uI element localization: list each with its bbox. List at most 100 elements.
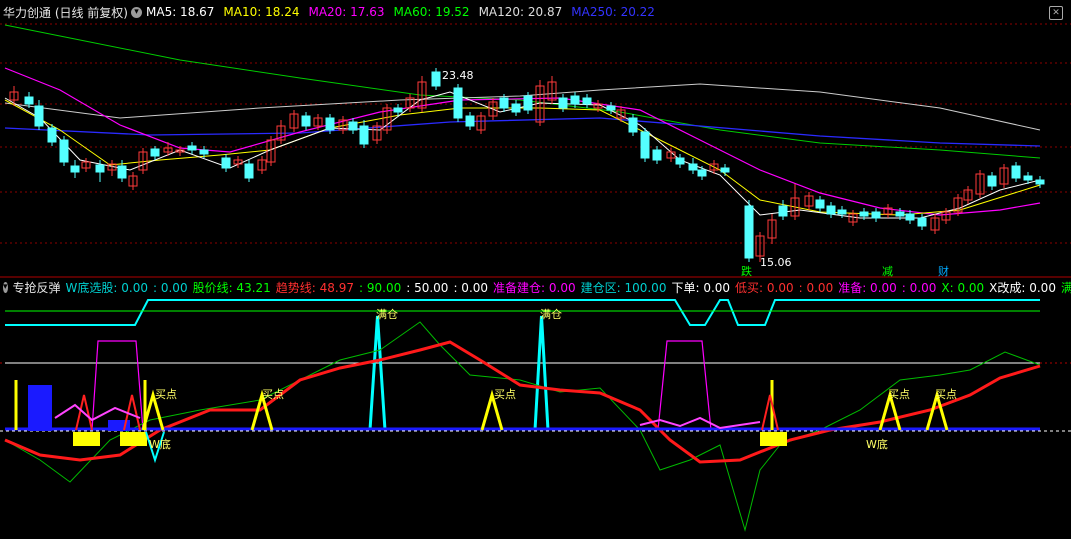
candle-body	[117, 165, 127, 179]
candle-body	[628, 117, 638, 133]
full-position-spike	[368, 315, 387, 431]
collapse-icon[interactable]: ✕	[1049, 6, 1063, 20]
ma250-line	[4, 117, 1041, 147]
candle-body	[606, 105, 616, 111]
indicator-value: 准备: 0.00	[838, 280, 897, 295]
indicator-value: : 0.00	[453, 280, 489, 295]
ma-legend: MA5: 18.67 MA10: 18.24 MA20: 17.63 MA60: 19…	[146, 5, 664, 19]
full-position-spike	[533, 315, 550, 431]
candle-body	[393, 107, 403, 113]
candle-body	[24, 96, 34, 105]
candle-body	[359, 125, 369, 145]
candle-body	[917, 217, 927, 227]
ma20-line	[4, 67, 1041, 216]
candle-body	[1035, 179, 1045, 185]
ma-value: MA10: 18.24	[223, 5, 300, 19]
indicator-value: 建仓区: 100.00	[580, 280, 667, 295]
candle-body	[244, 163, 254, 179]
chevron-down-icon[interactable]: ▾	[131, 6, 142, 18]
chart-canvas[interactable]	[0, 0, 1071, 539]
candle-body	[348, 121, 358, 131]
candle-body	[837, 209, 847, 215]
w-bottom-label: W底	[149, 438, 171, 451]
candle-body	[570, 95, 580, 105]
indicator-value: 趋势线: 48.97	[275, 280, 355, 295]
buy-point-label: 买点	[262, 388, 284, 401]
candle-body	[895, 211, 905, 217]
candle-body	[640, 131, 650, 159]
ma60-line	[4, 24, 1041, 159]
main-chart-header: 华力创通 (日线 前复权) ▾ MA5: 18.67 MA10: 18.24 MA2…	[0, 0, 1071, 24]
indicator-value: X改成: 0.00	[989, 280, 1056, 295]
candle-body	[95, 164, 105, 173]
buy-point-label: 买点	[494, 388, 516, 401]
candle-body	[720, 167, 730, 173]
candle-body	[778, 205, 788, 217]
chevron-down-icon[interactable]: ▾	[3, 281, 8, 293]
stock-title[interactable]: 华力创通 (日线 前复权)	[3, 4, 128, 21]
candle-body	[453, 87, 463, 119]
candle-body	[431, 71, 441, 87]
ma-value: MA250: 20.22	[571, 5, 655, 19]
ma-value: MA60: 19.52	[393, 5, 470, 19]
ma5-line	[4, 91, 1041, 219]
candle-body	[47, 127, 57, 143]
candle-body	[221, 157, 231, 169]
high-price-label: 23.48	[442, 69, 474, 82]
indicator-value: : 0.00	[153, 280, 188, 295]
full-position-label: 满仓	[376, 308, 398, 321]
indicator-title[interactable]: 专抢反弹	[13, 279, 61, 296]
candle-body	[465, 115, 475, 127]
w-bottom-block	[760, 432, 787, 446]
candle-body	[582, 97, 592, 105]
candle-body	[325, 117, 335, 131]
w-bottom-label: W底	[866, 438, 888, 451]
event-marker-jian[interactable]: 减	[882, 263, 893, 279]
indicator-value: : 90.00	[359, 280, 402, 295]
candle-body	[688, 163, 698, 171]
candle-body	[859, 211, 869, 217]
candle-body	[871, 211, 881, 219]
candle-body	[675, 157, 685, 165]
candle-body	[987, 175, 997, 187]
ma-value: MA20: 17.63	[308, 5, 385, 19]
w-bottom-block	[120, 432, 147, 446]
prep-zone	[657, 340, 712, 431]
ma-value: MA120: 20.87	[478, 5, 563, 19]
ma-value: MA5: 18.67	[146, 5, 215, 19]
buy-point-label: 买点	[155, 388, 177, 401]
indicator-value: 下单: 0.00	[671, 280, 731, 295]
indicator-value: 准备建仓: 0.00	[493, 280, 576, 295]
indicator-step-line	[5, 299, 1040, 326]
indicator-value: : 0.00	[901, 280, 937, 295]
buy-point-label: 买点	[888, 388, 910, 401]
candle-body	[34, 105, 44, 127]
candle-body	[744, 205, 754, 259]
indicator-value: X: 0.00	[941, 280, 985, 295]
low-price-label: 15.06	[760, 256, 792, 269]
candle-body	[187, 145, 197, 151]
event-marker-cai[interactable]: 财	[938, 263, 949, 279]
indicator-values: W底选股: 0.00: 0.00 股价线: 43.21 趋势线: 48.97: 90…	[66, 279, 1071, 296]
event-marker-die[interactable]: 跌	[741, 263, 752, 279]
indicator-value: 股价线: 43.21	[192, 280, 271, 295]
candle-body	[826, 205, 836, 215]
candle-body	[59, 139, 69, 163]
candle-body	[199, 149, 209, 155]
candle-body	[301, 115, 311, 127]
candle-body	[511, 103, 521, 113]
volume-bar	[28, 385, 52, 431]
candle-body	[815, 199, 825, 209]
candle-body	[150, 148, 160, 157]
low-buy-mark	[761, 394, 779, 431]
w-bottom-block	[73, 432, 100, 446]
indicator-value: 满仓选	[1060, 280, 1071, 295]
full-position-label: 满仓	[540, 308, 562, 321]
candle-body	[905, 213, 915, 221]
candle-body	[499, 97, 509, 109]
candle-body	[1011, 165, 1021, 179]
candle-body	[523, 95, 533, 111]
candle-body	[70, 165, 80, 173]
candle-body	[558, 97, 568, 109]
indicator-header: ▾ 专抢反弹 W底选股: 0.00: 0.00 股价线: 43.21 趋势线: 48…	[0, 278, 1071, 296]
